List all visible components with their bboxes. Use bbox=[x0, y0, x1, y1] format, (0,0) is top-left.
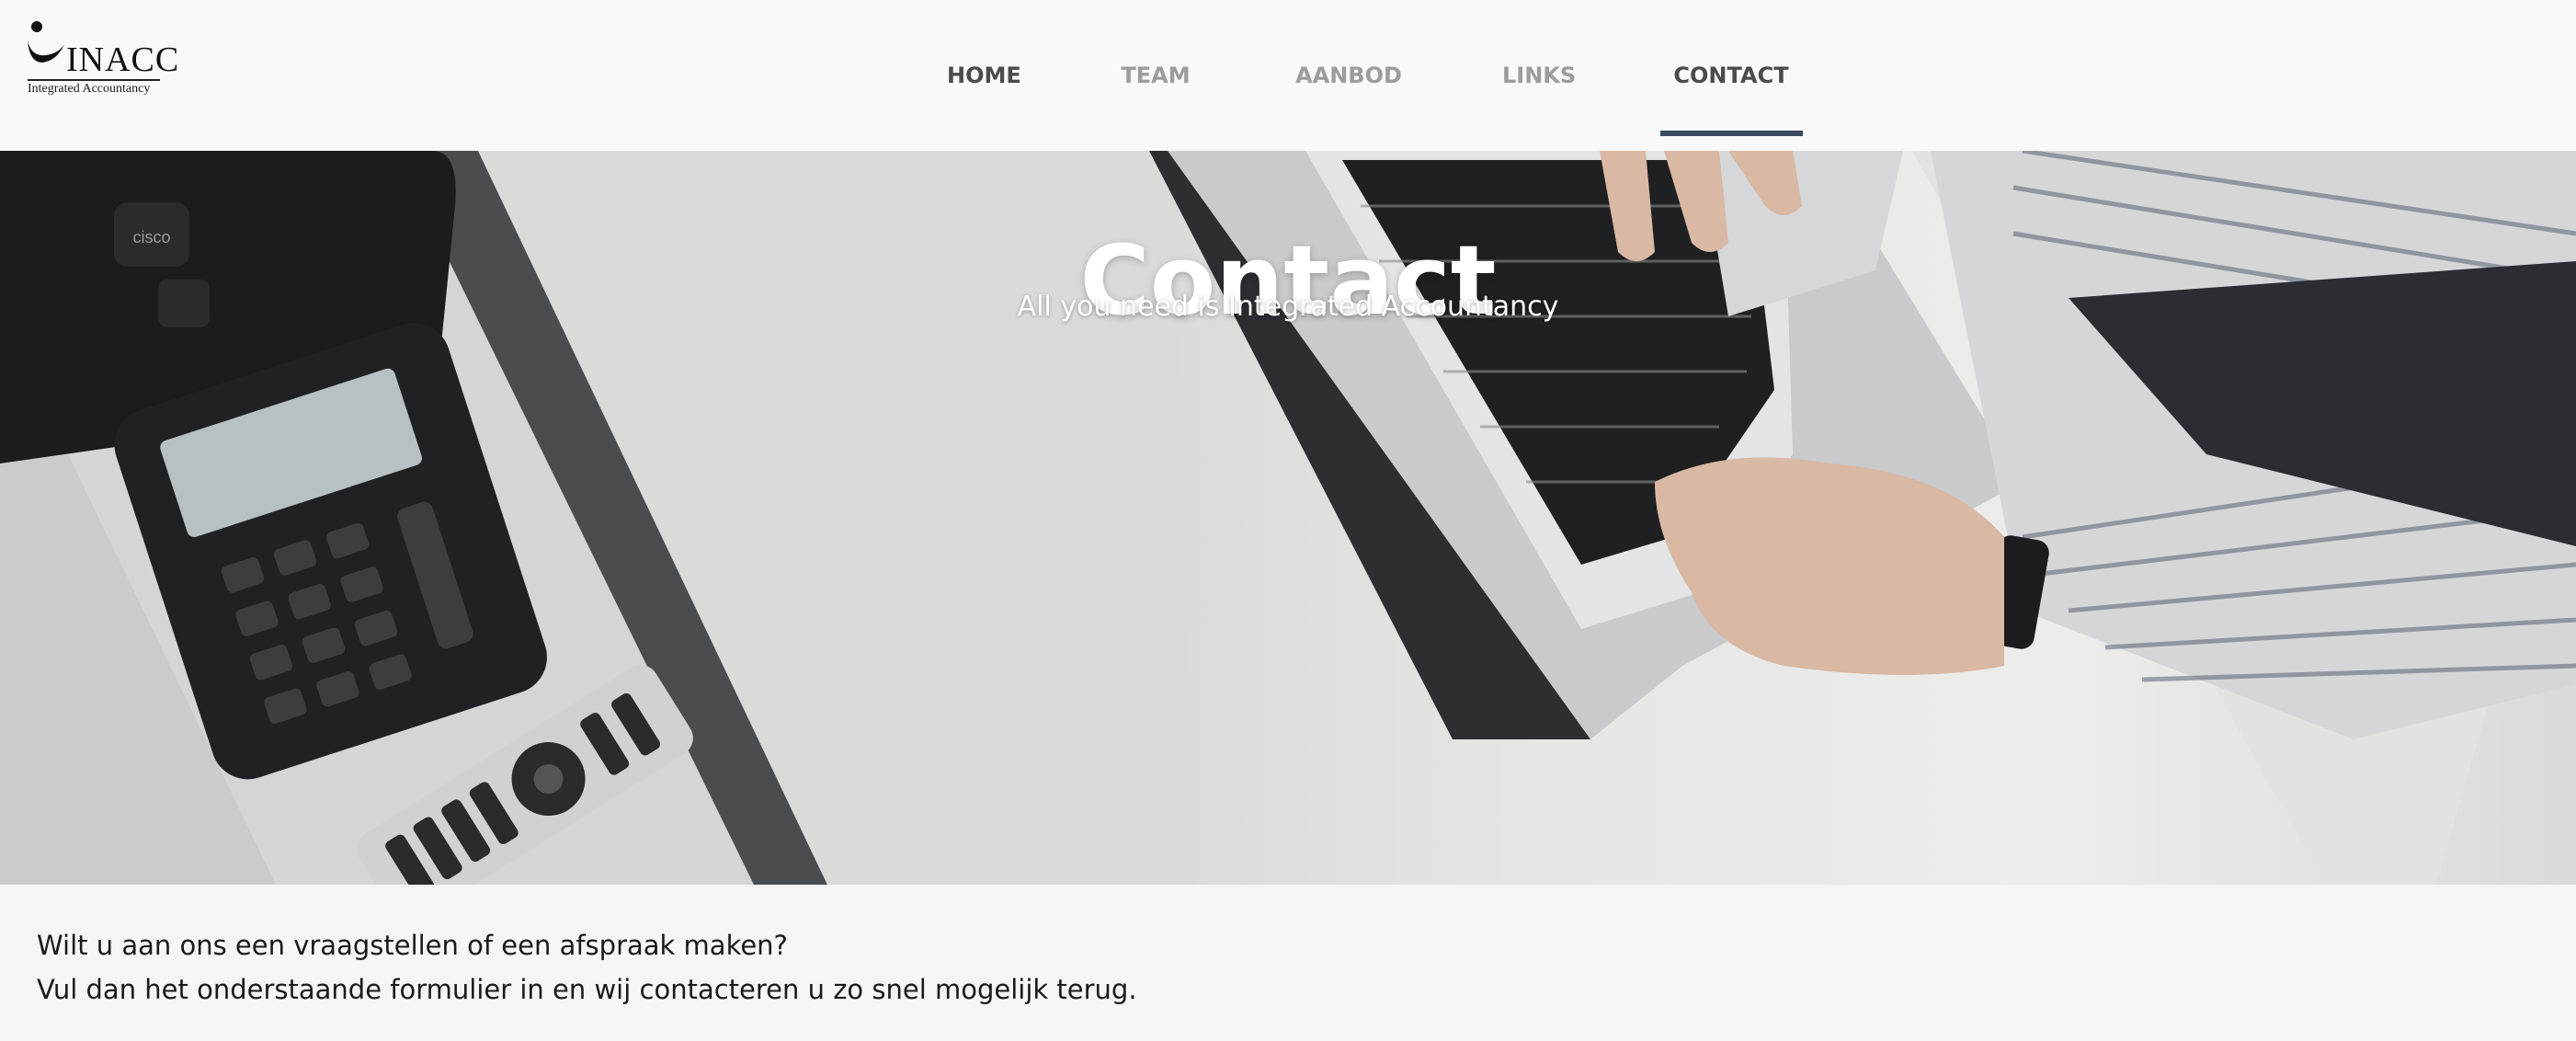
nav-item-aanbod[interactable]: AANBOD bbox=[1291, 0, 1407, 151]
intro-instruction: Vul dan het onderstaande formulier in en… bbox=[37, 974, 1137, 1005]
intro-question: Wilt u aan ons een vraagstellen of een a… bbox=[37, 930, 788, 961]
hero-banner: cisco Contact All you need is Integrated… bbox=[0, 151, 2576, 885]
page-subtitle: All you need is Integrated Accountancy bbox=[1017, 291, 1559, 323]
main-nav: HOME TEAM AANBOD LINKS CONTACT bbox=[0, 0, 2576, 151]
nav-item-contact[interactable]: CONTACT bbox=[1671, 0, 1791, 151]
nav-item-links[interactable]: LINKS bbox=[1502, 0, 1576, 151]
nav-active-indicator bbox=[1660, 131, 1803, 136]
contact-intro: Wilt u aan ons een vraagstellen of een a… bbox=[37, 923, 2519, 1012]
nav-item-home[interactable]: HOME bbox=[947, 0, 1021, 151]
site-header: INACC Integrated Accountancy HOME TEAM A… bbox=[0, 0, 2576, 151]
nav-item-team[interactable]: TEAM bbox=[1120, 0, 1191, 151]
